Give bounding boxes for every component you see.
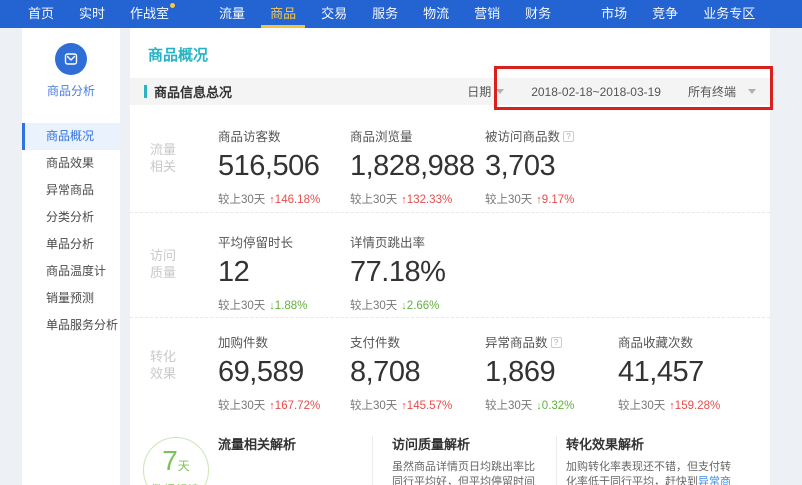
terminal-dropdown[interactable]: 所有终端 [688,83,756,100]
sidebar-item-category-analysis[interactable]: 分类分析 [22,204,120,231]
insight-body: 虽然商品详情页日均跳出率比同行平均好，但平均停留时间低于同行平均，请关注页面搭建… [392,460,544,485]
group-label-quality: 访问 质量 [150,247,176,281]
app-screen: 首页 实时 作战室 流量 商品 交易 服务 物流 营销 财务 市场 竞争 业务专… [0,0,802,485]
notification-dot-icon [170,3,175,8]
metric-abnormal-products: 异常商品数? 1,869 较上30天↓0.32% [485,332,617,413]
sidebar: 商品分析 商品概况 商品效果 异常商品 分类分析 单品分析 商品温度计 销量预测… [22,28,120,485]
group-label-traffic: 流量 相关 [150,141,176,175]
metric-value: 41,457 [618,356,750,389]
sidebar-group-label: 商品分析 [22,82,120,99]
insight-quality: 访问质量解析 虽然商品详情页日均跳出率比同行平均好，但平均停留时间低于同行平均，… [392,434,544,485]
trend-down-value: ↓0.32% [536,400,574,412]
metric-row-quality: 访问 质量 平均停留时长 12 较上30天↓1.88% 详情页跳出率 77.18… [130,212,770,317]
nav-item-logistics[interactable]: 物流 [423,0,449,28]
compare-label: 较上30天 [218,194,265,206]
sidebar-item-product-thermometer[interactable]: 商品温度计 [22,258,120,285]
chevron-down-icon [496,89,504,94]
sidebar-item-sales-forecast[interactable]: 销量预测 [22,285,120,312]
compare-label: 较上30天 [218,400,265,412]
insight-conversion: 转化效果解析 加购转化率表现还不错，但支付转化率低于同行平均，赶快到异常商品并结… [566,434,734,485]
trend-up-value: ↑159.28% [669,400,720,412]
filter-bar: 日期 2018-02-18~2018-03-19 所有终端 [467,83,756,100]
nav-item-market[interactable]: 市场 [601,0,627,28]
compare-label: 较上30天 [618,400,665,412]
trend-up-value: ↑146.18% [269,194,320,206]
compare-label: 较上30天 [218,300,265,312]
compare-label: 较上30天 [350,300,397,312]
sidebar-item-single-product-analysis[interactable]: 单品分析 [22,231,120,258]
section-title: 商品信息总况 [154,82,232,101]
nav-item-service[interactable]: 服务 [372,0,398,28]
metric-value: 69,589 [218,356,350,389]
insight-title: 转化效果解析 [566,434,734,453]
compare-label: 较上30天 [485,194,532,206]
sidebar-item-product-effect[interactable]: 商品效果 [22,150,120,177]
badge-unit: 天 [178,459,190,473]
top-navigation: 首页 实时 作战室 流量 商品 交易 服务 物流 营销 财务 市场 竞争 业务专… [0,0,802,28]
trend-up-value: ↑9.17% [536,194,574,206]
metric-row-traffic: 流量 相关 商品访客数 516,506 较上30天↑146.18% 商品浏览量 … [130,101,770,212]
nav-item-competition[interactable]: 竞争 [652,0,678,28]
column-divider [556,436,557,485]
seven-day-badge: 7天 数据解读 [143,437,209,485]
metric-value: 3,703 [485,150,617,183]
trend-up-value: ↑145.57% [401,400,452,412]
nav-item-marketing[interactable]: 营销 [474,0,500,28]
nav-item-realtime[interactable]: 实时 [79,0,105,28]
page-title: 商品概况 [130,28,770,65]
data-insights-section: 7天 数据解读 流量相关解析 访问质量解析 虽然商品详情页日均跳出率比同行平均好… [130,434,770,485]
badge-number: 7 [162,445,178,476]
metric-detail-bounce-rate: 详情页跳出率 77.18% 较上30天↓2.66% [350,232,482,313]
date-type-dropdown[interactable]: 日期 [467,83,504,100]
nav-item-product[interactable]: 商品 [270,0,296,28]
compare-label: 较上30天 [350,194,397,206]
sidebar-group-header[interactable]: 商品分析 [22,28,120,99]
chevron-down-icon [748,89,756,94]
metric-paid-items: 支付件数 8,708 较上30天↑145.57% [350,332,482,413]
sidebar-item-abnormal-products[interactable]: 异常商品 [22,177,120,204]
metric-value: 516,506 [218,150,350,183]
date-range-value[interactable]: 2018-02-18~2018-03-19 [531,85,661,99]
active-tab-underline [261,25,305,28]
sidebar-menu: 商品概况 商品效果 异常商品 分类分析 单品分析 商品温度计 销量预测 单品服务… [22,123,120,339]
insight-title: 访问质量解析 [392,434,544,453]
column-divider [372,436,373,485]
metric-product-visitors: 商品访客数 516,506 较上30天↑146.18% [218,126,350,207]
metric-value: 1,869 [485,356,617,389]
section-accent-bar [144,85,147,98]
group-label-conversion: 转化 效果 [150,348,176,382]
metric-product-pageviews: 商品浏览量 1,828,988 较上30天↑132.33% [350,126,482,207]
trend-down-value: ↓2.66% [401,300,439,312]
metric-visited-products: 被访问商品数? 3,703 较上30天↑9.17% [485,126,617,207]
nav-item-business-zone[interactable]: 业务专区 [703,0,755,28]
trend-down-value: ↓1.88% [269,300,307,312]
trend-up-value: ↑167.72% [269,400,320,412]
metric-value: 77.18% [350,256,482,289]
help-icon[interactable]: ? [563,131,574,142]
compare-label: 较上30天 [350,400,397,412]
metric-value: 1,828,988 [350,150,482,183]
metric-avg-stay-duration: 平均停留时长 12 较上30天↓1.88% [218,232,350,313]
product-analysis-icon [55,43,87,75]
trend-up-value: ↑132.33% [401,194,452,206]
nav-item-traffic[interactable]: 流量 [219,0,245,28]
help-icon[interactable]: ? [551,337,562,348]
insight-title: 流量相关解析 [218,434,358,453]
main-content: 商品概况 商品信息总况 日期 2018-02-18~2018-03-19 所有终… [130,28,770,485]
insight-traffic: 流量相关解析 [218,434,358,453]
nav-item-warroom[interactable]: 作战室 [130,0,169,28]
nav-item-trade[interactable]: 交易 [321,0,347,28]
nav-item-home[interactable]: 首页 [28,0,54,28]
metric-value: 12 [218,256,350,289]
nav-item-finance[interactable]: 财务 [525,0,551,28]
metric-value: 8,708 [350,356,482,389]
metric-cart-adds: 加购件数 69,589 较上30天↑167.72% [218,332,350,413]
insight-body: 加购转化率表现还不错，但支付转化率低于同行平均，赶快到异常商品并结合使用商品温度… [566,460,734,485]
badge-caption: 数据解读 [144,481,208,485]
sidebar-item-product-overview[interactable]: 商品概况 [22,123,120,150]
metric-row-conversion: 转化 效果 加购件数 69,589 较上30天↑167.72% 支付件数 8,7… [130,317,770,434]
sidebar-item-single-product-service[interactable]: 单品服务分析 [22,312,120,339]
compare-label: 较上30天 [485,400,532,412]
metric-favorites-count: 商品收藏次数 41,457 较上30天↑159.28% [618,332,750,413]
